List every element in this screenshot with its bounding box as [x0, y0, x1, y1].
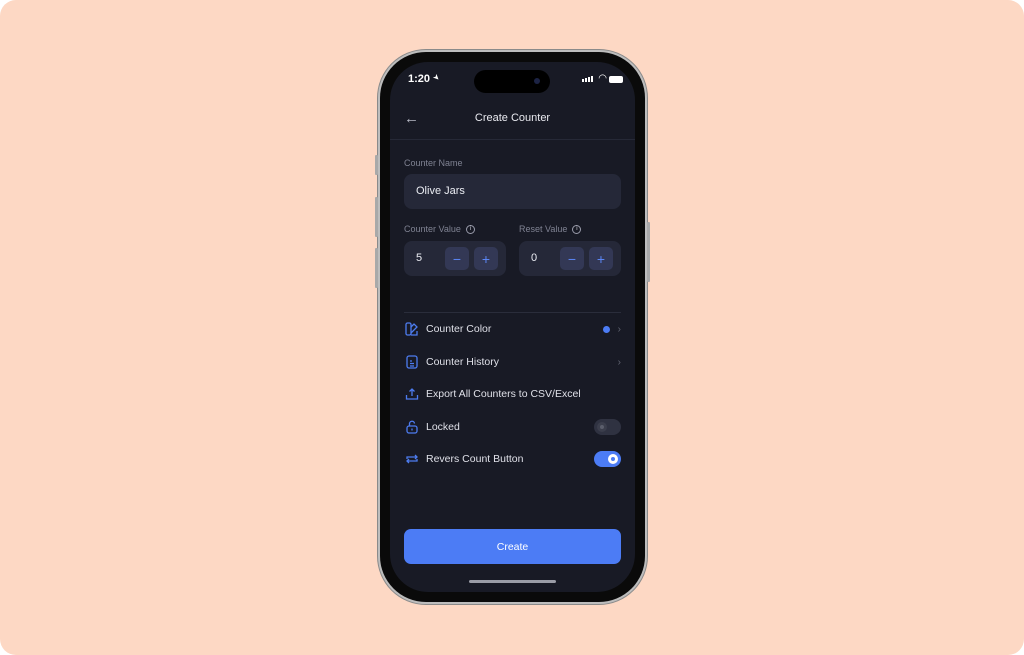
reset-value-label: Reset Value i — [519, 224, 582, 234]
locked-label: Locked — [426, 421, 460, 433]
reset-value-increment-button[interactable]: + — [589, 247, 613, 270]
page-background: 1:20 ➤ ◠ ← Create Counter Counter Name O… — [0, 0, 1024, 655]
status-time: 1:20 — [408, 73, 431, 85]
counter-color-label: Counter Color — [426, 323, 492, 335]
color-swatch — [602, 325, 610, 333]
page-title: Create Counter — [474, 112, 551, 124]
counter-name-value: Olive Jars — [416, 185, 465, 197]
home-indicator[interactable] — [469, 580, 556, 583]
export-label: Export All Counters to CSV/Excel — [426, 388, 581, 400]
reset-value[interactable]: 0 — [531, 252, 537, 264]
locked-row: Locked — [404, 416, 621, 438]
chevron-right-icon: › — [617, 356, 621, 368]
counter-value-increment-button[interactable]: + — [474, 247, 498, 270]
palette-icon — [404, 321, 420, 337]
reset-value-label-text: Reset Value — [519, 224, 568, 234]
signal-icon — [582, 76, 593, 82]
volume-down-button — [375, 248, 378, 288]
camera-icon — [534, 78, 540, 84]
counter-value-label-text: Counter Value — [404, 224, 461, 234]
counter-value-label: Counter Value i — [404, 224, 475, 234]
toggle-knob — [608, 454, 618, 464]
dynamic-island — [474, 70, 550, 93]
info-icon[interactable]: i — [465, 224, 475, 234]
app-screen: 1:20 ➤ ◠ ← Create Counter Counter Name O… — [390, 62, 635, 592]
counter-history-row[interactable]: Counter History › — [404, 351, 621, 373]
status-bar: 1:20 ➤ ◠ — [390, 62, 635, 98]
counter-name-label-text: Counter Name — [404, 158, 463, 168]
location-icon: ➤ — [430, 71, 442, 84]
battery-icon — [609, 76, 623, 83]
upload-icon — [404, 386, 420, 402]
counter-value-decrement-button[interactable]: − — [445, 247, 469, 270]
reverse-count-label: Revers Count Button — [426, 453, 524, 465]
locked-toggle[interactable] — [594, 419, 621, 435]
reverse-count-row: Revers Count Button — [404, 448, 621, 470]
reset-value-decrement-button[interactable]: − — [560, 247, 584, 270]
toggle-knob — [597, 422, 607, 432]
reset-value-stepper: 0 − + — [519, 241, 621, 276]
repeat-icon — [404, 451, 420, 467]
counter-name-label: Counter Name — [404, 158, 463, 168]
chevron-right-icon: › — [617, 323, 621, 335]
create-button[interactable]: Create — [404, 529, 621, 564]
counter-value-stepper: 5 − + — [404, 241, 506, 276]
counter-value[interactable]: 5 — [416, 252, 422, 264]
counter-name-input[interactable]: Olive Jars — [404, 174, 621, 209]
phone-frame: 1:20 ➤ ◠ ← Create Counter Counter Name O… — [375, 52, 650, 602]
counter-history-label: Counter History — [426, 356, 499, 368]
wifi-icon: ◠ — [598, 73, 607, 84]
section-divider — [404, 312, 621, 313]
reverse-count-toggle[interactable] — [594, 451, 621, 467]
action-button — [375, 155, 378, 175]
export-row[interactable]: Export All Counters to CSV/Excel — [404, 383, 621, 405]
power-button — [647, 222, 650, 282]
info-icon[interactable]: i — [572, 224, 582, 234]
document-icon — [404, 354, 420, 370]
volume-up-button — [375, 197, 378, 237]
counter-color-row[interactable]: Counter Color › — [404, 318, 621, 340]
unlock-icon — [404, 419, 420, 435]
app-header: ← Create Counter — [390, 98, 635, 140]
